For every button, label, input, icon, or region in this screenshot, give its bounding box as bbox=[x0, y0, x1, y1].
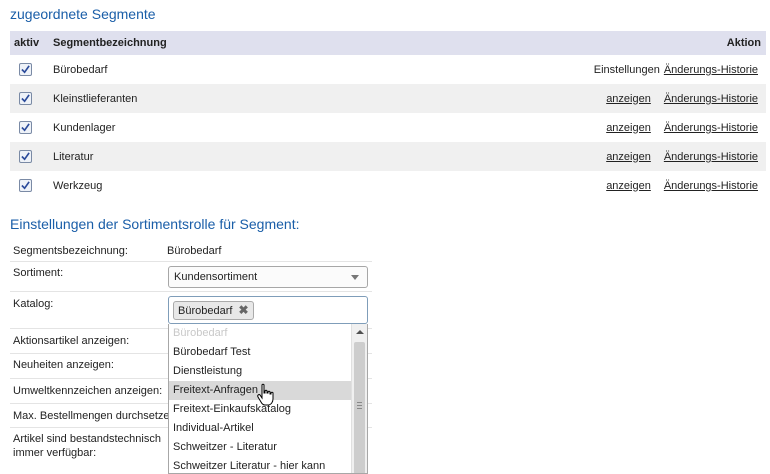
show-link[interactable]: anzeigen bbox=[606, 122, 651, 134]
segment-value: Bürobedarf bbox=[167, 245, 222, 257]
sortiment-selected-value: Kundensortiment bbox=[174, 271, 258, 283]
assigned-segments-title: zugeordnete Segmente bbox=[10, 6, 156, 22]
column-action: Aktion bbox=[726, 37, 761, 49]
segments-table: aktiv Segmentbezeichnung Aktion Bürobeda… bbox=[10, 31, 766, 200]
history-link[interactable]: Änderungs-Historie bbox=[664, 180, 758, 192]
segment-label: Segmentsbezeichnung: bbox=[13, 245, 128, 257]
column-aktiv: aktiv bbox=[14, 37, 40, 49]
sortiment-select[interactable]: Kundensortiment bbox=[168, 266, 368, 288]
history-link[interactable]: Änderungs-Historie bbox=[664, 151, 758, 163]
aktionsartikel-label: Aktionsartikel anzeigen: bbox=[13, 335, 130, 347]
column-segment-name: Segmentbezeichnung bbox=[53, 37, 167, 49]
chevron-down-icon bbox=[351, 275, 359, 280]
scrollbar-thumb[interactable] bbox=[354, 342, 365, 473]
table-row: Bürobedarf Einstellungen Änderungs-Histo… bbox=[10, 55, 766, 84]
katalog-option[interactable]: Schweitzer Literatur - hier kann bbox=[169, 457, 367, 473]
show-link[interactable]: anzeigen bbox=[606, 180, 651, 192]
segment-name: Kundenlager bbox=[53, 121, 116, 134]
active-checkbox[interactable] bbox=[19, 63, 32, 76]
katalog-option: Bürobedarf bbox=[173, 327, 228, 339]
table-row: Kundenlager anzeigen Änderungs-Historie bbox=[10, 113, 766, 142]
neuheiten-label: Neuheiten anzeigen: bbox=[13, 359, 114, 371]
segments-table-header: aktiv Segmentbezeichnung Aktion bbox=[10, 31, 766, 55]
settings-title: Einstellungen der Sortimentsrolle für Se… bbox=[10, 216, 300, 232]
checkmark-icon bbox=[21, 123, 30, 132]
segment-name: Werkzeug bbox=[53, 179, 103, 192]
katalog-option[interactable]: Bürobedarf Test bbox=[169, 343, 367, 362]
history-link[interactable]: Änderungs-Historie bbox=[664, 122, 758, 134]
katalog-option[interactable]: Schweitzer - Literatur bbox=[169, 438, 367, 457]
checkmark-icon bbox=[21, 152, 30, 161]
segment-name: Literatur bbox=[53, 150, 94, 163]
active-checkbox[interactable] bbox=[19, 121, 32, 134]
katalog-option[interactable]: Dienstleistung bbox=[169, 362, 367, 381]
katalog-tag: Bürobedarf ✖ bbox=[173, 301, 254, 320]
katalog-label: Katalog: bbox=[13, 298, 54, 310]
show-link[interactable]: anzeigen bbox=[606, 93, 651, 105]
active-checkbox[interactable] bbox=[19, 150, 32, 163]
history-link[interactable]: Änderungs-Historie bbox=[664, 64, 758, 76]
checkmark-icon bbox=[21, 65, 30, 74]
artikel-verfuegbar-label-line2: immer verfügbar: bbox=[13, 447, 97, 459]
artikel-verfuegbar-label-line1: Artikel sind bestandstechnisch bbox=[13, 433, 161, 445]
checkmark-icon bbox=[21, 94, 30, 103]
katalog-tag-label: Bürobedarf bbox=[178, 304, 233, 317]
table-row: Kleinstlieferanten anzeigen Änderungs-Hi… bbox=[10, 84, 766, 113]
katalog-option[interactable]: Individual-Artikel bbox=[169, 419, 367, 438]
katalog-multiselect[interactable]: Bürobedarf ✖ bbox=[168, 296, 368, 324]
segment-name: Kleinstlieferanten bbox=[53, 92, 138, 105]
checkmark-icon bbox=[21, 181, 30, 190]
table-row: Werkzeug anzeigen Änderungs-Historie bbox=[10, 171, 766, 200]
umweltkennzeichen-label: Umweltkennzeichen anzeigen: bbox=[13, 385, 163, 397]
history-link[interactable]: Änderungs-Historie bbox=[664, 93, 758, 105]
segment-name: Bürobedarf bbox=[53, 63, 108, 76]
hand-pointer-icon bbox=[257, 383, 274, 406]
sortiment-label: Sortiment: bbox=[13, 267, 64, 279]
max-bestellmengen-label: Max. Bestellmengen durchsetzen bbox=[13, 410, 170, 422]
show-link[interactable]: anzeigen bbox=[606, 151, 651, 163]
close-icon[interactable]: ✖ bbox=[238, 304, 248, 316]
settings-label: Einstellungen bbox=[593, 63, 660, 76]
dropdown-scrollbar[interactable] bbox=[351, 324, 367, 473]
active-checkbox[interactable] bbox=[19, 179, 32, 192]
active-checkbox[interactable] bbox=[19, 92, 32, 105]
table-row: Literatur anzeigen Änderungs-Historie bbox=[10, 142, 766, 171]
scroll-up-icon[interactable] bbox=[356, 330, 364, 334]
